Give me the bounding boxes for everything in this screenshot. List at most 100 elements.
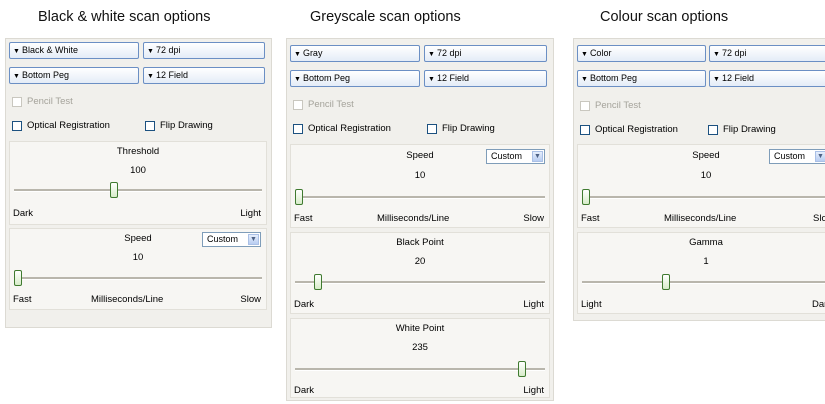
- grey-black-point-right-label: Light: [523, 299, 544, 310]
- bw-threshold-left-label: Dark: [13, 208, 34, 219]
- grey-black-point-left-label: Dark: [294, 299, 315, 310]
- grey-black-point-section: Black Point 20 Dark Light: [290, 232, 550, 314]
- grey-white-point-value: 235: [412, 342, 428, 353]
- grey-white-point-left-label: Dark: [294, 385, 315, 396]
- bw-speed-section: Speed Custom ▼ 10 Fast Milliseconds/Line …: [9, 228, 267, 310]
- colour-gamma-section: Gamma 1 Light Dark: [577, 232, 825, 314]
- checkbox-box: [12, 97, 22, 107]
- grey-speed-unit-label: Milliseconds/Line: [377, 213, 450, 224]
- bw-pencil-test-label: Pencil Test: [27, 96, 73, 107]
- colour-speed-left-label: Fast: [581, 213, 600, 224]
- greyscale-scan-panel: ▼ Gray ▼ 72 dpi ▼ Bottom Peg ▼ 12 Field Penc…: [286, 38, 554, 401]
- chevron-down-icon: ▼: [815, 151, 825, 162]
- checkbox-box: [427, 124, 437, 134]
- colour-speed-slider-thumb[interactable]: [582, 189, 590, 205]
- colour-speed-section: Speed Custom ▼ 10 Fast Milliseconds/Line …: [577, 144, 825, 228]
- dropdown-arrow-icon: ▼: [13, 73, 20, 80]
- grey-flip-drawing-checkbox[interactable]: Flip Drawing: [427, 123, 495, 135]
- bw-dpi-dropdown[interactable]: ▼ 72 dpi: [143, 42, 265, 59]
- bw-mode-value: Black & White: [21, 45, 78, 55]
- grey-dpi-dropdown[interactable]: ▼ 72 dpi: [424, 45, 547, 62]
- checkbox-box: [580, 101, 590, 111]
- grey-mode-value: Gray: [302, 48, 323, 58]
- colour-gamma-slider-thumb[interactable]: [661, 274, 670, 290]
- grey-speed-section: Speed Custom ▼ 10 Fast Milliseconds/Line …: [290, 144, 550, 228]
- colour-gamma-left-label: Light: [581, 299, 602, 310]
- colour-scan-panel: ▼ Color ▼ 72 dpi ▼ Bottom Peg ▼ 12 Field Pen…: [573, 38, 825, 321]
- checkbox-box: [580, 125, 590, 135]
- colour-dpi-value: 72 dpi: [721, 48, 747, 58]
- grey-field-dropdown[interactable]: ▼ 12 Field: [424, 70, 547, 87]
- bw-dpi-value: 72 dpi: [155, 45, 181, 55]
- colour-flip-drawing-checkbox[interactable]: Flip Drawing: [708, 124, 776, 136]
- colour-dpi-dropdown[interactable]: ▼ 72 dpi: [709, 45, 825, 62]
- grey-speed-preset-select[interactable]: Custom ▼: [486, 149, 545, 164]
- bw-threshold-slider-track: [14, 189, 262, 192]
- checkbox-box: [145, 121, 155, 131]
- dropdown-arrow-icon: ▼: [147, 48, 154, 55]
- bw-speed-preset-select[interactable]: Custom ▼: [202, 232, 261, 247]
- checkbox-box: [293, 124, 303, 134]
- colour-speed-unit-label: Milliseconds/Line: [664, 213, 737, 224]
- grey-optical-registration-checkbox[interactable]: Optical Registration: [293, 123, 391, 135]
- grey-speed-right-label: Slow: [523, 213, 544, 224]
- bw-speed-right-label: Slow: [240, 294, 261, 305]
- grey-white-point-section: White Point 235 Dark Light: [290, 318, 550, 398]
- bw-speed-left-label: Fast: [13, 294, 32, 305]
- bw-flip-drawing-label: Flip Drawing: [160, 120, 213, 131]
- grey-mode-dropdown[interactable]: ▼ Gray: [290, 45, 420, 62]
- colour-gamma-slider-track: [582, 281, 825, 284]
- grey-black-point-slider-thumb[interactable]: [314, 274, 323, 290]
- grey-pencil-test-checkbox[interactable]: Pencil Test: [293, 99, 354, 111]
- bw-threshold-right-label: Light: [240, 208, 261, 219]
- colour-speed-preset-select[interactable]: Custom ▼: [769, 149, 825, 164]
- grey-flip-drawing-label: Flip Drawing: [442, 123, 495, 134]
- bw-field-dropdown[interactable]: ▼ 12 Field: [143, 67, 265, 84]
- colour-pencil-test-checkbox[interactable]: Pencil Test: [580, 100, 641, 112]
- bw-threshold-title: Threshold: [116, 146, 160, 157]
- dropdown-arrow-icon: ▼: [428, 51, 435, 58]
- colour-flip-drawing-label: Flip Drawing: [723, 124, 776, 135]
- colour-pencil-test-label: Pencil Test: [595, 100, 641, 111]
- grey-speed-preset-value: Custom: [491, 151, 523, 161]
- grey-white-point-slider-track: [295, 368, 545, 371]
- bw-field-value: 12 Field: [155, 70, 188, 80]
- bw-speed-slider-thumb[interactable]: [14, 270, 22, 286]
- grey-field-value: 12 Field: [436, 73, 469, 83]
- colour-optical-registration-checkbox[interactable]: Optical Registration: [580, 124, 678, 136]
- grey-speed-slider-track: [295, 196, 545, 199]
- grey-speed-value: 10: [414, 170, 426, 181]
- bw-peg-dropdown[interactable]: ▼ Bottom Peg: [9, 67, 139, 84]
- bw-flip-drawing-checkbox[interactable]: Flip Drawing: [145, 120, 213, 132]
- dropdown-arrow-icon: ▼: [713, 51, 720, 58]
- grey-white-point-slider-thumb[interactable]: [517, 361, 526, 377]
- grey-dpi-value: 72 dpi: [436, 48, 462, 58]
- bw-speed-slider-track: [14, 277, 262, 280]
- bw-pencil-test-checkbox[interactable]: Pencil Test: [12, 96, 73, 108]
- grey-peg-value: Bottom Peg: [302, 73, 350, 83]
- colour-speed-right-label: Slow: [813, 213, 825, 224]
- colour-field-dropdown[interactable]: ▼ 12 Field: [709, 70, 825, 87]
- grey-speed-left-label: Fast: [294, 213, 313, 224]
- colour-gamma-value: 1: [703, 256, 709, 267]
- dropdown-arrow-icon: ▼: [713, 76, 720, 83]
- bw-optical-registration-checkbox[interactable]: Optical Registration: [12, 120, 110, 132]
- dropdown-arrow-icon: ▼: [581, 76, 588, 83]
- colour-mode-dropdown[interactable]: ▼ Color: [577, 45, 706, 62]
- grey-speed-slider-thumb[interactable]: [295, 189, 303, 205]
- bw-mode-dropdown[interactable]: ▼ Black & White: [9, 42, 139, 59]
- grey-peg-dropdown[interactable]: ▼ Bottom Peg: [290, 70, 420, 87]
- colour-optical-registration-label: Optical Registration: [595, 124, 678, 135]
- grey-white-point-right-label: Light: [523, 385, 544, 396]
- checkbox-box: [708, 125, 718, 135]
- colour-peg-value: Bottom Peg: [589, 73, 637, 83]
- colour-peg-dropdown[interactable]: ▼ Bottom Peg: [577, 70, 706, 87]
- chevron-down-icon: ▼: [532, 151, 543, 162]
- colour-gamma-title: Gamma: [689, 237, 723, 248]
- bw-threshold-slider-thumb[interactable]: [110, 182, 118, 198]
- bw-optical-registration-label: Optical Registration: [27, 120, 110, 131]
- dropdown-arrow-icon: ▼: [13, 48, 20, 55]
- colour-speed-preset-value: Custom: [774, 151, 806, 161]
- colour-gamma-right-label: Dark: [812, 299, 825, 310]
- chevron-down-icon: ▼: [248, 234, 259, 245]
